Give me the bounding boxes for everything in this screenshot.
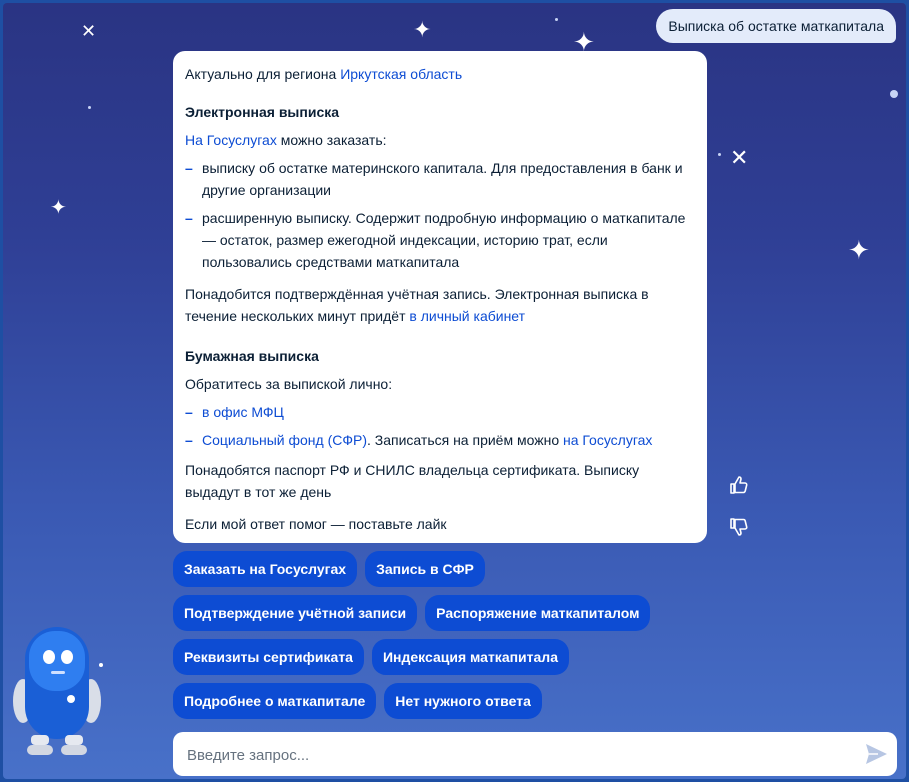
sfr-gosuslugi-link[interactable]: на Госуслугах bbox=[563, 432, 652, 448]
query-input[interactable] bbox=[185, 742, 849, 768]
sparkle-icon: ✦ bbox=[848, 235, 870, 265]
list-item: – Социальный фонд (СФР). Записаться на п… bbox=[185, 429, 695, 451]
documents-text: Понадобятся паспорт РФ и СНИЛС владельца… bbox=[185, 462, 640, 500]
paper-intro: Обратитесь за выпиской лично: bbox=[185, 376, 393, 392]
sfr-text: . Записаться на приём можно bbox=[367, 432, 563, 448]
chip-sfr-appointment[interactable]: Запись в СФР bbox=[365, 551, 485, 587]
region-link[interactable]: Иркутская область bbox=[340, 66, 462, 82]
chip-row: Реквизиты сертификата Индексация маткапи… bbox=[173, 639, 650, 675]
chip-row: Подробнее о маткапитале Нет нужного отве… bbox=[173, 683, 650, 719]
star-dot bbox=[890, 90, 898, 98]
chat-window: ✕ ✦ ✦ ✕ ✦ ✦ Выписка об остатке маткапита… bbox=[3, 3, 906, 779]
list-item: – расширенную выписку. Содержит подробну… bbox=[185, 207, 695, 273]
list-item-text: расширенную выписку. Содержит подробную … bbox=[202, 210, 686, 270]
thumb-up-icon[interactable] bbox=[729, 475, 749, 495]
chip-row: Подтверждение учётной записи Распоряжени… bbox=[173, 595, 651, 631]
star-dot bbox=[88, 106, 91, 109]
star-dot bbox=[718, 153, 721, 156]
section-title-electronic: Электронная выписка bbox=[185, 104, 340, 120]
list-item-text: выписку об остатке материнского капитала… bbox=[202, 160, 683, 198]
order-text: можно заказать: bbox=[276, 132, 387, 148]
sfr-link[interactable]: Социальный фонд (СФР) bbox=[202, 432, 367, 448]
list-dash-icon: – bbox=[185, 210, 193, 226]
star-dot bbox=[555, 18, 558, 21]
list-item: – в офис МФЦ bbox=[185, 401, 695, 423]
chip-capital-indexation[interactable]: Индексация маткапитала bbox=[371, 639, 569, 675]
sparkle-icon: ✕ bbox=[81, 21, 97, 41]
list-dash-icon: – bbox=[185, 432, 193, 448]
region-line: Актуально для региона Иркутская область bbox=[185, 63, 695, 85]
sparkle-icon: ✦ bbox=[413, 17, 432, 42]
chip-capital-disposal[interactable]: Распоряжение маткапиталом bbox=[425, 595, 651, 631]
thumb-down-icon[interactable] bbox=[729, 517, 749, 537]
list-item: – выписку об остатке материнского капита… bbox=[185, 157, 695, 201]
robot-assistant-avatar bbox=[13, 627, 103, 755]
order-line: На Госуслугах можно заказать: bbox=[185, 129, 695, 151]
chip-row: Заказать на Госуслугах Запись в СФР bbox=[173, 551, 650, 587]
region-prefix: Актуально для региона bbox=[185, 66, 341, 82]
account-line: Понадобится подтверждённая учётная запис… bbox=[185, 283, 695, 327]
query-input-box bbox=[173, 732, 897, 776]
personal-cabinet-link[interactable]: в личный кабинет bbox=[409, 308, 525, 324]
chip-account-confirmation[interactable]: Подтверждение учётной записи bbox=[173, 595, 418, 631]
chip-more-about-capital[interactable]: Подробнее о маткапитале bbox=[173, 683, 377, 719]
section-title-paper: Бумажная выписка bbox=[185, 348, 319, 364]
sparkle-icon: ✦ bbox=[50, 197, 67, 219]
mfc-link[interactable]: в офис МФЦ bbox=[202, 401, 284, 423]
like-prompt: Если мой ответ помог — поставьте лайк bbox=[185, 516, 447, 532]
sfr-line: Социальный фонд (СФР). Записаться на при… bbox=[202, 429, 652, 451]
quick-replies: Заказать на Госуслугах Запись в СФР Подт… bbox=[173, 551, 651, 727]
list-dash-icon: – bbox=[185, 160, 193, 176]
chip-no-answer[interactable]: Нет нужного ответа bbox=[384, 683, 542, 719]
user-message-text: Выписка об остатке маткапитала bbox=[668, 18, 884, 34]
sparkle-icon: ✕ bbox=[730, 145, 749, 170]
chip-order-gosuslugi[interactable]: Заказать на Госуслугах bbox=[173, 551, 358, 587]
user-message-bubble: Выписка об остатке маткапитала bbox=[656, 9, 896, 43]
gosuslugi-order-link[interactable]: На Госуслугах bbox=[185, 132, 277, 148]
chip-certificate-details[interactable]: Реквизиты сертификата bbox=[173, 639, 364, 675]
list-dash-icon: – bbox=[185, 404, 193, 420]
send-icon[interactable] bbox=[864, 743, 888, 765]
bot-message-bubble: Актуально для региона Иркутская область … bbox=[173, 51, 707, 543]
